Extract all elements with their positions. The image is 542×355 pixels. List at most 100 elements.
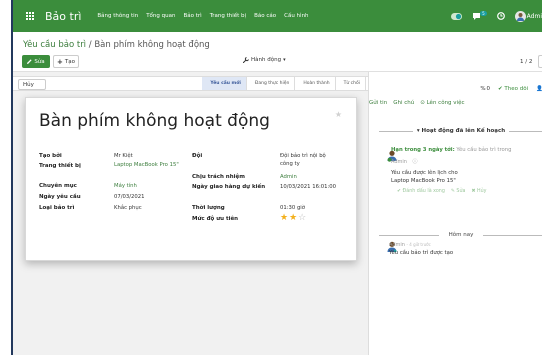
caret-down-icon: ▾ [283,57,286,63]
app-brand[interactable]: Bảo trì [45,10,81,23]
cancel-button[interactable]: Hủy [18,79,46,90]
equipment-label: Trang thiết bị [39,163,81,169]
send-message-button[interactable]: Gửi tin [369,100,387,106]
schedule-activity-label: Lên công việc [426,100,465,106]
edit-button-label: Sửa [34,58,45,65]
activity-user: Admin ⓘ [391,158,418,165]
attachments-count: 0 [486,86,491,92]
created-by-label: Tạo bởi [39,153,62,159]
priority-star-2-icon[interactable]: ★ [289,213,297,223]
menu-equipment[interactable]: Trang thiết bị [210,13,246,19]
stage-rejected-label: Từ chối [343,81,360,86]
paperclip-icon: % [480,86,486,92]
menu-maintenance[interactable]: Bảo trì [183,13,201,19]
divider [483,234,542,236]
followers-button[interactable]: 👤 [536,86,542,92]
divider [379,130,413,132]
today-separator: Hôm nay [379,232,542,238]
cancel-activity-label: Hủy [477,189,487,194]
mark-done-label: Đánh dấu là xong [402,189,445,194]
messages-badge: 5 [480,10,487,16]
chatter-actions: Gửi tin Ghi chú ⊙ Lên công việc [369,100,464,106]
activity-heading: Hạn trong 3 ngày tới: Yêu cầu bảo trì tr… [391,147,511,153]
request-date-value[interactable]: 07/03/2021 [114,194,145,202]
schedule-activity-button[interactable]: ⊙ Lên công việc [420,100,464,106]
message-text: Yêu cầu bảo trì được tạo [389,250,454,256]
chatter-topbar: % 0 ✔ Theo dõi 👤 [369,86,542,92]
pencil-icon [27,59,32,64]
create-button-label: Tạo [64,58,75,65]
activity-user-name: Admin [391,159,407,165]
maintenance-type-value[interactable]: Khắc phục [114,205,142,213]
user-menu[interactable]: Admi [514,10,542,22]
mark-done-button[interactable]: ✔ Đánh dấu là xong [397,189,445,194]
stage-in-progress[interactable]: Đang thực hiện [246,77,296,90]
info-icon[interactable]: ⓘ [413,159,418,165]
message-time: - 4 giờ trước [406,242,431,247]
breadcrumb-current: Bàn phím không hoạt động [94,40,210,50]
planned-activities-header[interactable]: ▾ Hoạt động đã lên Kế hoạch [379,128,542,134]
favorite-star-icon[interactable]: ★ [335,110,342,119]
maintenance-type-label: Loại bảo trì [39,205,75,211]
apps-menu-icon[interactable] [19,0,41,32]
stage-done[interactable]: Hoàn thành [295,77,336,90]
breadcrumb-parent-link[interactable]: Yêu cầu bảo trì [23,40,86,50]
edit-activity-label: Sửa [456,189,466,194]
follow-label: Theo dõi [504,86,529,92]
equipment-link[interactable]: Laptop MacBook Pro 15" [114,162,184,170]
stage-done-label: Hoàn thành [303,81,330,86]
priority-star-1-icon[interactable]: ★ [280,213,288,223]
edit-button[interactable]: Sửa [22,55,50,68]
control-panel: Yêu cầu bảo trì / Bàn phím không hoạt độ… [13,32,542,72]
activity-desc-line1: Yêu cầu được lên lịch cho [391,170,458,176]
window-edge [0,0,13,355]
team-value[interactable]: Đội bảo trì nội bộ công ty [280,153,340,168]
message-author: Admin - 4 giờ trước [389,242,431,248]
action-dropdown[interactable]: Hành động ▾ [243,57,286,63]
planned-activities-label: Hoạt động đã lên Kế hoạch [421,128,506,134]
stage-new-label: Yêu cầu mới [210,81,241,86]
responsible-link[interactable]: Admin [280,174,297,182]
divider [509,130,542,132]
chatter-panel: % 0 ✔ Theo dõi 👤 Gửi tin Ghi chú ⊙ Lên c… [368,72,542,355]
category-link[interactable]: Máy tính [114,183,137,191]
message-author-name: Admin [389,242,405,248]
toggle-icon[interactable] [451,12,463,20]
priority-star-3-icon[interactable]: ☆ [298,213,306,223]
pager-previous-button[interactable]: ‹ [538,55,542,68]
today-label: Hôm nay [448,232,474,238]
attachments-button[interactable]: % 0 [480,86,490,92]
pager-value[interactable]: 1 / 2 [520,59,532,65]
follow-button[interactable]: ✔ Theo dõi [498,86,528,92]
team-label: Đội [192,153,203,159]
stage-new[interactable]: Yêu cầu mới [202,77,247,90]
log-note-button[interactable]: Ghi chú [393,100,414,106]
menu-dashboard[interactable]: Bảng thông tin [97,13,138,19]
duration-label: Thời lượng [192,205,225,211]
duration-value[interactable]: 01:30 giờ [280,205,305,213]
created-by-value[interactable]: Mr Kiệt [114,153,133,161]
create-button[interactable]: + Tạo [53,55,79,68]
action-dropdown-label: Hành động [251,57,282,63]
record-title[interactable]: Bàn phím không hoạt động [39,111,270,131]
scheduled-date-value[interactable]: 10/03/2021 16:01:00 [280,184,336,192]
stage-rejected[interactable]: Từ chối [335,77,366,90]
stage-pipeline: Yêu cầu mới Đang thực hiện Hoàn thành Từ… [202,77,366,90]
cancel-activity-button[interactable]: ✖ Hủy [471,189,486,194]
activity-summary: Yêu cầu bảo trì trong [456,147,512,153]
menu-configuration[interactable]: Cấu hình [284,13,308,19]
priority-label: Mức độ ưu tiên [192,216,239,222]
check-icon: ✔ [498,86,503,92]
menu-overview[interactable]: Tổng quan [146,13,175,19]
messages-icon[interactable]: 5 [472,10,487,20]
activity-due: Hạn trong 3 ngày tới: [391,147,455,153]
priority-stars[interactable]: ★ ★ ☆ [280,213,306,223]
menu-reports[interactable]: Báo cáo [254,13,276,19]
stage-in-progress-label: Đang thực hiện [254,81,290,86]
activity-clock-icon[interactable] [496,12,505,20]
avatar [514,10,526,22]
divider [379,234,439,236]
category-label: Chuyên mục [39,183,77,189]
planned-activities-title: ▾ Hoạt động đã lên Kế hoạch [416,128,506,134]
edit-activity-button[interactable]: ✎ Sửa [451,189,466,194]
